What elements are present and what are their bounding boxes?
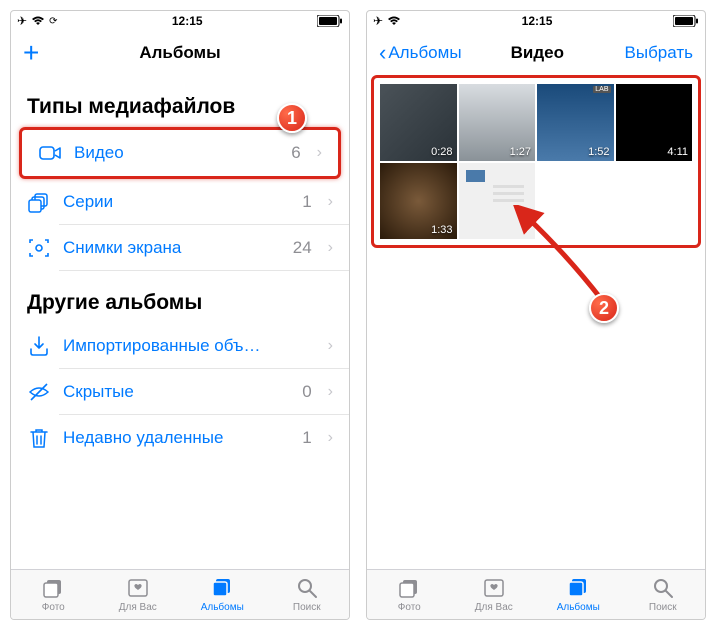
download-icon [27, 334, 51, 358]
row-count: 1 [302, 428, 311, 448]
tab-for-you[interactable]: Для Вас [96, 570, 181, 619]
nav-title: Альбомы [103, 43, 257, 63]
albums-screen: ✈ ⟳ 12:15 + Альбомы Типы медиафайлов 1 [10, 10, 350, 620]
row-label: Недавно удаленные [63, 428, 290, 448]
row-label: Видео [74, 143, 279, 163]
tab-label: Поиск [293, 602, 321, 613]
duration: 1:27 [510, 146, 531, 158]
tab-bar: Фото Для Вас Альбомы Поиск [11, 569, 349, 619]
tab-albums[interactable]: Альбомы [536, 570, 621, 619]
chevron-right-icon: › [328, 193, 333, 211]
row-imported[interactable]: Импортированные объ… › [11, 323, 349, 369]
wifi-icon [387, 16, 401, 26]
tab-label: Поиск [649, 602, 677, 613]
row-label: Скрытые [63, 382, 290, 402]
status-bar: ✈ 12:15 [367, 11, 705, 31]
video-row-highlight: Видео 6 › [19, 127, 341, 179]
for-you-icon [482, 576, 506, 600]
duration: 4:11 [667, 146, 688, 158]
video-thumb[interactable]: 0:28 [380, 84, 457, 161]
row-label: Серии [63, 192, 290, 212]
photos-icon [397, 576, 421, 600]
row-count: 24 [293, 238, 312, 258]
albums-icon [210, 576, 234, 600]
chevron-left-icon: ‹ [379, 40, 386, 66]
search-icon [295, 576, 319, 600]
battery-icon [317, 15, 343, 27]
duration: 1:33 [431, 224, 452, 236]
tab-label: Фото [42, 602, 65, 613]
tab-label: Для Вас [119, 602, 157, 613]
chevron-right-icon: › [328, 239, 333, 257]
hidden-icon [27, 380, 51, 404]
duration: 1:52 [588, 146, 609, 158]
duration: 0:28 [431, 146, 452, 158]
tab-photos[interactable]: Фото [367, 570, 452, 619]
chevron-right-icon: › [317, 144, 322, 162]
trash-icon [27, 426, 51, 450]
video-thumb[interactable] [459, 163, 536, 240]
video-grid-screen: ✈ 12:15 ‹ Альбомы Видео Выбрать 0:28 1:2… [366, 10, 706, 620]
tab-label: Альбомы [557, 602, 600, 613]
tab-label: Для Вас [475, 602, 513, 613]
row-video[interactable]: Видео 6 › [22, 130, 338, 176]
status-time: 12:15 [522, 14, 553, 28]
back-label: Альбомы [388, 43, 461, 63]
tab-bar: Фото Для Вас Альбомы Поиск [367, 569, 705, 619]
screenshots-icon [27, 236, 51, 260]
video-icon [38, 141, 62, 165]
video-thumb[interactable]: 4:11 [616, 84, 693, 161]
video-grid-highlight: 0:28 1:27 LAB 1:52 4:11 1:33 [371, 75, 701, 248]
tab-search[interactable]: Поиск [265, 570, 350, 619]
battery-icon [673, 15, 699, 27]
select-button[interactable]: Выбрать [613, 43, 693, 63]
airplane-icon: ✈ [373, 14, 383, 28]
video-thumb[interactable]: 1:33 [380, 163, 457, 240]
callout-badge-1: 1 [277, 103, 307, 133]
status-time: 12:15 [172, 14, 203, 28]
content[interactable]: Типы медиафайлов 1 Видео 6 › Серии 1 › [11, 75, 349, 569]
label-badge: LAB [593, 86, 610, 93]
chevron-right-icon: › [328, 337, 333, 355]
video-grid: 0:28 1:27 LAB 1:52 4:11 1:33 [380, 84, 692, 239]
callout-badge-2: 2 [589, 293, 619, 323]
video-thumb[interactable]: LAB 1:52 [537, 84, 614, 161]
add-button[interactable]: + [23, 39, 39, 67]
bursts-icon [27, 190, 51, 214]
row-count: 0 [302, 382, 311, 402]
nav-bar: + Альбомы [11, 31, 349, 75]
tab-label: Фото [398, 602, 421, 613]
photos-icon [41, 576, 65, 600]
video-thumb[interactable]: 1:27 [459, 84, 536, 161]
content[interactable]: 0:28 1:27 LAB 1:52 4:11 1:33 2 [367, 75, 705, 569]
search-icon [651, 576, 675, 600]
chevron-right-icon: › [328, 429, 333, 447]
tab-for-you[interactable]: Для Вас [452, 570, 537, 619]
nav-title: Видео [462, 43, 613, 63]
row-label: Импортированные объ… [63, 336, 300, 356]
albums-icon [566, 576, 590, 600]
for-you-icon [126, 576, 150, 600]
tab-label: Альбомы [201, 602, 244, 613]
other-albums-header: Другие альбомы [11, 271, 349, 323]
row-count: 1 [302, 192, 311, 212]
row-hidden[interactable]: Скрытые 0 › [11, 369, 349, 415]
row-deleted[interactable]: Недавно удаленные 1 › [11, 415, 349, 461]
back-button[interactable]: ‹ Альбомы [379, 40, 462, 66]
row-count: 6 [291, 143, 300, 163]
row-bursts[interactable]: Серии 1 › [11, 179, 349, 225]
wifi-icon [31, 16, 45, 26]
tab-search[interactable]: Поиск [621, 570, 706, 619]
loading-icon: ⟳ [49, 16, 57, 27]
status-bar: ✈ ⟳ 12:15 [11, 11, 349, 31]
tab-photos[interactable]: Фото [11, 570, 96, 619]
chevron-right-icon: › [328, 383, 333, 401]
row-label: Снимки экрана [63, 238, 281, 258]
tab-albums[interactable]: Альбомы [180, 570, 265, 619]
row-screenshots[interactable]: Снимки экрана 24 › [11, 225, 349, 271]
nav-bar: ‹ Альбомы Видео Выбрать [367, 31, 705, 75]
airplane-icon: ✈ [17, 14, 27, 28]
